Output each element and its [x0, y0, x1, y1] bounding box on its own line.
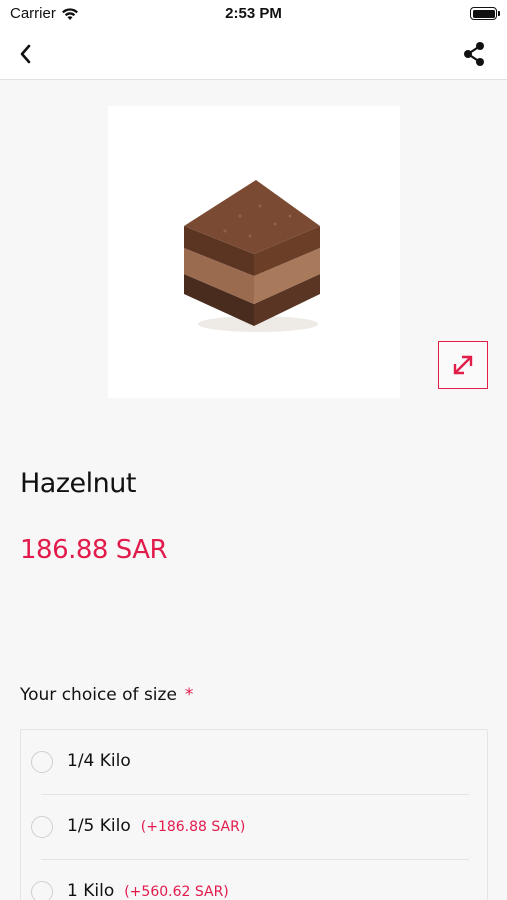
- battery-icon: [470, 7, 500, 20]
- option-label: 1/4 Kilo: [67, 751, 131, 771]
- size-option-one-kilo[interactable]: 1 Kilo (+560.62 SAR): [21, 860, 487, 900]
- clock: 2:53 PM: [225, 5, 282, 22]
- option-extra-price: (+560.62 SAR): [124, 884, 229, 900]
- back-button[interactable]: [14, 40, 42, 68]
- required-mark: *: [184, 685, 194, 705]
- size-option-fifth-kilo[interactable]: 1/5 Kilo (+186.88 SAR): [21, 795, 487, 860]
- nav-bar: [0, 28, 507, 80]
- radio-button[interactable]: [31, 881, 53, 900]
- chevron-left-icon: [20, 44, 31, 64]
- size-option-quarter-kilo[interactable]: 1/4 Kilo: [21, 730, 487, 795]
- option-label-wrap: 1/5 Kilo (+186.88 SAR): [67, 816, 245, 836]
- status-bar: Carrier 2:53 PM: [0, 0, 507, 28]
- share-icon: [464, 42, 484, 66]
- expand-image-button[interactable]: [438, 341, 488, 389]
- product-name: Hazelnut: [20, 468, 136, 499]
- option-label: 1 Kilo: [67, 881, 115, 900]
- size-options-list: 1/4 Kilo 1/5 Kilo (+186.88 SAR) 1 Kilo (+5…: [20, 729, 488, 900]
- option-label: 1/5 Kilo: [67, 816, 131, 836]
- radio-button[interactable]: [31, 816, 53, 838]
- radio-button[interactable]: [31, 751, 53, 773]
- option-label-wrap: 1/4 Kilo: [67, 751, 131, 771]
- product-price: 186.88 SAR: [20, 535, 168, 565]
- product-image: [184, 180, 320, 332]
- expand-diagonal-icon: [453, 355, 473, 375]
- share-button[interactable]: [459, 39, 489, 69]
- option-extra-price: (+186.88 SAR): [140, 819, 246, 835]
- option-label-wrap: 1 Kilo (+560.62 SAR): [67, 881, 229, 900]
- option-group-title: Your choice of size: [20, 685, 177, 705]
- option-group-heading: Your choice of size *: [20, 685, 193, 705]
- product-image-card[interactable]: [108, 106, 400, 398]
